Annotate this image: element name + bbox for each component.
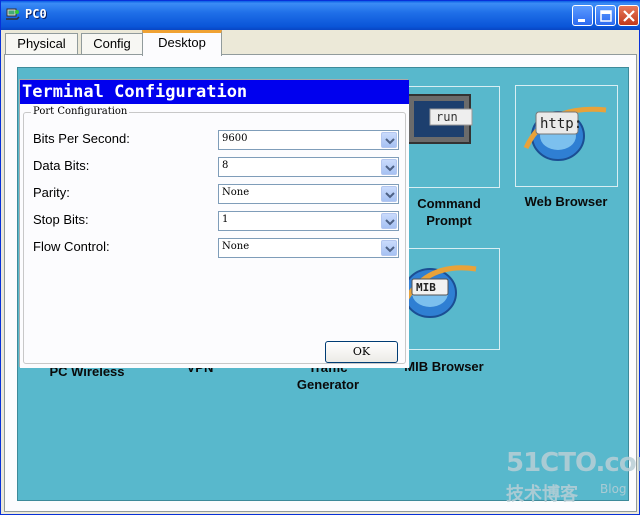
watermark-sub: 技术博客	[506, 484, 578, 505]
stop-bits-select[interactable]: 1	[218, 211, 399, 231]
parity-value: None	[222, 187, 250, 198]
flow-control-select[interactable]: None	[218, 238, 399, 258]
web-browser-label: Web Browser	[524, 194, 608, 209]
watermark-main: 51CTO.com	[506, 448, 640, 478]
parity-label: Parity:	[33, 185, 70, 200]
parity-select[interactable]: None	[218, 184, 399, 204]
data-bits-label: Data Bits:	[33, 158, 90, 173]
bits-per-second-select[interactable]: 9600	[218, 130, 399, 150]
chevron-down-icon[interactable]	[381, 213, 397, 229]
command-prompt-label: Command Prompt	[399, 195, 499, 229]
traffic-generator-label-line2: Generator	[296, 377, 360, 392]
maximize-button[interactable]	[595, 5, 616, 26]
window-title: PC0	[25, 7, 47, 21]
terminal-body: Port Configuration Bits Per Second: 9600…	[20, 104, 409, 368]
pc-icon	[5, 7, 21, 23]
command-prompt-app[interactable]: run	[399, 86, 500, 188]
data-bits-select[interactable]: 8	[218, 157, 399, 177]
web-browser-app[interactable]: http:	[515, 85, 618, 187]
terminal-configuration-dialog: Terminal Configuration Port Configuratio…	[19, 79, 409, 368]
maximize-icon	[600, 10, 612, 22]
chevron-down-icon[interactable]	[381, 159, 397, 175]
stop-bits-value: 1	[222, 214, 229, 225]
tab-desktop[interactable]: Desktop	[142, 30, 222, 56]
ok-button[interactable]: OK	[325, 341, 398, 363]
tab-physical[interactable]: Physical	[5, 33, 78, 55]
tab-config[interactable]: Config	[81, 33, 143, 55]
command-prompt-icon: run	[407, 94, 473, 144]
port-configuration-group: Port Configuration Bits Per Second: 9600…	[23, 106, 406, 364]
data-bits-value: 8	[222, 160, 229, 171]
chevron-down-icon[interactable]	[381, 240, 397, 256]
flow-control-value: None	[222, 241, 250, 252]
mib-browser-app[interactable]: MIB	[399, 248, 500, 350]
flow-control-label: Flow Control:	[33, 239, 110, 254]
bits-per-second-label: Bits Per Second:	[33, 131, 130, 146]
svg-text:MIB: MIB	[416, 281, 436, 294]
minimize-icon	[578, 19, 585, 22]
watermark-blog: Blog	[600, 482, 627, 496]
close-icon	[623, 10, 635, 22]
minimize-button[interactable]	[572, 5, 593, 26]
stop-bits-label: Stop Bits:	[33, 212, 89, 227]
terminal-title: Terminal Configuration	[20, 80, 409, 104]
port-configuration-legend: Port Configuration	[31, 106, 130, 117]
application-window: PC0 Physical Config Desktop http: Web Br…	[0, 0, 640, 515]
command-prompt-label-line2: Prompt	[426, 213, 472, 228]
command-prompt-label-line1: Command	[417, 196, 481, 211]
chevron-down-icon[interactable]	[381, 132, 397, 148]
mib-browser-label: MIB Browser	[404, 359, 484, 374]
svg-text:http:: http:	[540, 116, 582, 132]
watermark: 51CTO.com 技术博客 Blog	[504, 448, 640, 506]
web-browser-icon: http:	[523, 106, 607, 161]
close-button[interactable]	[618, 5, 639, 26]
bits-per-second-value: 9600	[222, 133, 248, 144]
svg-text:run: run	[436, 110, 458, 124]
chevron-down-icon[interactable]	[381, 186, 397, 202]
mib-browser-icon: MIB	[399, 265, 477, 318]
title-bar[interactable]: PC0	[1, 1, 640, 30]
